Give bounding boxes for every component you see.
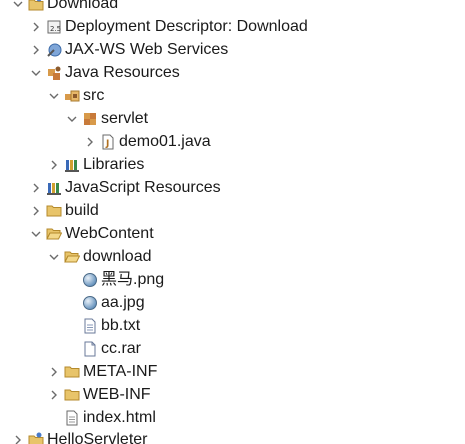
folder-icon	[64, 364, 80, 380]
tree-item-label: src	[83, 87, 105, 104]
tree-item-javascript-resources[interactable]: JavaScript Resources	[0, 176, 465, 199]
tree-item-jaxws-web-services[interactable]: JAX-WS Web Services	[0, 38, 465, 61]
java-resources-icon	[46, 65, 62, 81]
chevron-right-icon[interactable]	[30, 205, 42, 217]
tree-item-label: JAX-WS Web Services	[65, 41, 229, 58]
chevron-right-icon[interactable]	[30, 182, 42, 194]
deployment-descriptor-icon: 2.5	[46, 19, 62, 35]
chevron-right-icon[interactable]	[48, 159, 60, 171]
svg-text:2.5: 2.5	[50, 25, 61, 33]
chevron-down-icon[interactable]	[66, 113, 78, 125]
tree-item-webcontent[interactable]: WebContent	[0, 222, 465, 245]
tree-item-meta-inf[interactable]: META-INF	[0, 360, 465, 383]
svg-text:J: J	[105, 139, 109, 149]
tree-item-label: build	[65, 202, 99, 219]
folder-open-icon	[64, 249, 80, 265]
text-file-icon	[82, 318, 98, 334]
tree-item-label: bb.txt	[101, 317, 141, 334]
folder-icon	[64, 387, 80, 403]
tree-item-label: demo01.java	[119, 133, 211, 150]
tree-item-label: index.html	[83, 409, 156, 426]
tree-item-label: Download	[47, 0, 119, 12]
tree-item-deployment-descriptor[interactable]: 2.5 Deployment Descriptor: Download	[0, 15, 465, 38]
chevron-right-icon[interactable]	[12, 434, 24, 444]
tree-item-label: WEB-INF	[83, 386, 151, 403]
chevron-right-icon[interactable]	[30, 44, 42, 56]
chevron-right-icon[interactable]	[48, 366, 60, 378]
web-project-icon	[28, 0, 44, 12]
generic-file-icon	[82, 341, 98, 357]
tree-item-label: WebContent	[65, 225, 154, 242]
chevron-down-icon[interactable]	[12, 0, 24, 10]
project-explorer-tree: Download 2.5 Deployment Descriptor: Down…	[0, 0, 465, 444]
tree-item-label: HelloServleter	[47, 431, 148, 444]
tree-item-label: download	[83, 248, 152, 265]
chevron-down-icon[interactable]	[48, 251, 60, 263]
chevron-down-icon[interactable]	[48, 90, 60, 102]
chevron-right-icon[interactable]	[84, 136, 96, 148]
tree-item-label: META-INF	[83, 363, 158, 380]
tree-item-label: 黑马.png	[101, 271, 165, 288]
package-icon	[82, 111, 98, 127]
tree-item-project-download[interactable]: Download	[0, 0, 465, 15]
tree-item-label: aa.jpg	[101, 294, 145, 311]
chevron-right-icon[interactable]	[48, 389, 60, 401]
tree-item-label: Libraries	[83, 156, 145, 173]
tree-item-label: cc.rar	[101, 340, 141, 357]
tree-item-index-html[interactable]: index.html	[0, 406, 465, 429]
tree-item-download-folder[interactable]: download	[0, 245, 465, 268]
java-file-icon: J	[100, 134, 116, 150]
libraries-icon	[64, 157, 80, 173]
web-services-icon	[46, 42, 62, 58]
tree-item-aa-jpg[interactable]: aa.jpg	[0, 291, 465, 314]
tree-item-label: servlet	[101, 110, 149, 127]
web-project-icon	[28, 432, 44, 444]
tree-item-web-inf[interactable]: WEB-INF	[0, 383, 465, 406]
chevron-down-icon[interactable]	[30, 228, 42, 240]
image-file-icon	[82, 295, 98, 311]
html-file-icon	[64, 410, 80, 426]
tree-item-bb-txt[interactable]: bb.txt	[0, 314, 465, 337]
folder-icon	[46, 203, 62, 219]
tree-item-label: JavaScript Resources	[65, 179, 221, 196]
tree-item-demo01-java[interactable]: J demo01.java	[0, 130, 465, 153]
chevron-right-icon[interactable]	[30, 21, 42, 33]
tree-item-build[interactable]: build	[0, 199, 465, 222]
tree-item-heima-png[interactable]: 黑马.png	[0, 268, 465, 291]
tree-item-label: Deployment Descriptor: Download	[65, 18, 308, 35]
folder-open-icon	[46, 226, 62, 242]
tree-item-cc-rar[interactable]: cc.rar	[0, 337, 465, 360]
tree-item-java-resources[interactable]: Java Resources	[0, 61, 465, 84]
tree-item-project-helloservleter[interactable]: HelloServleter	[0, 428, 465, 444]
tree-item-src[interactable]: src	[0, 84, 465, 107]
chevron-down-icon[interactable]	[30, 67, 42, 79]
javascript-resources-icon	[46, 180, 62, 196]
tree-item-libraries[interactable]: Libraries	[0, 153, 465, 176]
image-file-icon	[82, 272, 98, 288]
tree-item-label: Java Resources	[65, 64, 180, 81]
source-folder-icon	[64, 88, 80, 104]
tree-item-servlet-package[interactable]: servlet	[0, 107, 465, 130]
